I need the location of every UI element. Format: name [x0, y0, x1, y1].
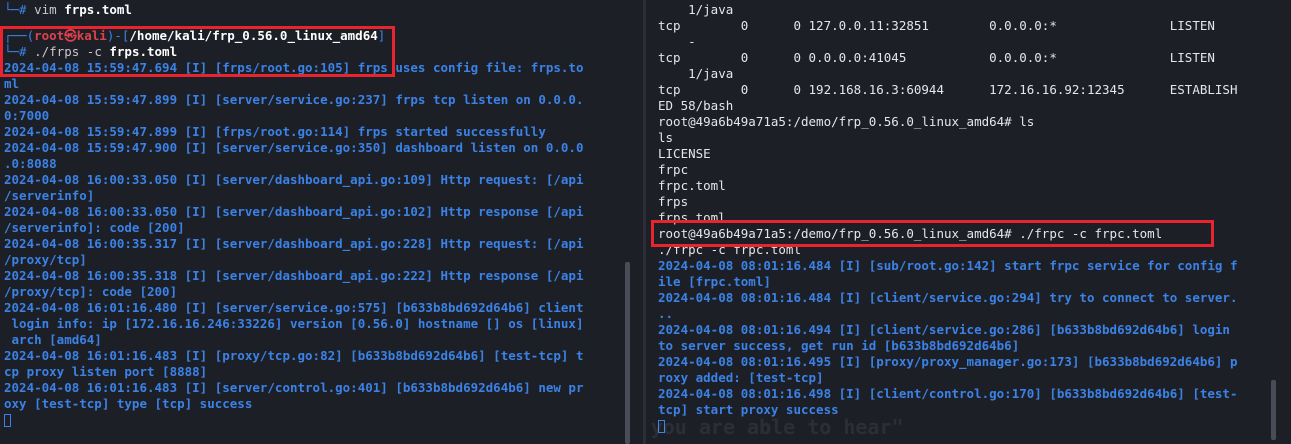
log-line: arch [amd64]	[4, 332, 102, 347]
log-line: roxy added: [test-tcp]	[658, 370, 824, 385]
prev-command-line: └─# vim frps.toml	[4, 2, 626, 18]
log-line: 2024-04-08 08:01:16.494 [I] [client/serv…	[658, 322, 1230, 337]
terminal-cursor-icon	[658, 420, 665, 433]
ls-output-line: frpc.toml	[658, 178, 726, 193]
left-terminal-pane[interactable]: └─# vim frps.toml ┌──(root㉿kali)-[/home/…	[0, 0, 643, 444]
log-line: ile [frpc.toml]	[658, 274, 771, 289]
log-line: 2024-04-08 16:00:33.050 [I] [server/dash…	[4, 172, 584, 187]
log-line: tcp] start proxy success	[658, 402, 839, 417]
log-line: 2024-04-08 08:01:16.484 [I] [sub/root.go…	[658, 258, 1238, 273]
netstat-line: tcp 0 0 127.0.0.11:32851 0.0.0.0:* LISTE…	[658, 18, 1215, 33]
frpc-echo-line: ./frpc -c frpc.toml	[658, 242, 801, 257]
ls-echo-line: ls	[658, 130, 674, 145]
log-line: /serverinfo]: code [200]	[4, 220, 185, 235]
log-line: 2024-04-08 16:01:16.480 [I] [server/serv…	[4, 300, 584, 315]
right-terminal-output: 1/java tcp 0 0 127.0.0.11:32851 0.0.0.0:*…	[658, 0, 1278, 434]
log-line: .0:8088	[4, 156, 57, 171]
frps-command-arg: frps.toml	[109, 44, 178, 59]
right-scrollbar[interactable]	[1271, 380, 1276, 440]
prev-command: vim	[34, 2, 65, 17]
frps-command-line: └─# ./frps -c frps.toml	[4, 44, 626, 60]
frps-log-output: 2024-04-08 15:59:47.694 [I] [frps/root.g…	[4, 60, 626, 412]
log-line: cp proxy listen port [8888]	[4, 364, 208, 379]
netstat-line: tcp 0 0 192.168.16.3:60944 172.16.16.92:…	[658, 82, 1238, 97]
left-scrollbar[interactable]	[625, 262, 630, 444]
netstat-line: 1/java	[658, 66, 734, 81]
netstat-line: tcp 0 0 0.0.0.0:41045 0.0.0.0:* LISTEN	[658, 50, 1215, 65]
right-cursor-line	[658, 418, 1278, 434]
prompt-close: ]	[377, 28, 386, 43]
log-line: 2024-04-08 08:01:16.495 [I] [proxy/proxy…	[658, 354, 1238, 369]
log-line: 0:7000	[4, 108, 50, 123]
netstat-line: 1/java	[658, 2, 734, 17]
prompt-prefix: └─#	[4, 2, 35, 17]
log-line: 2024-04-08 15:59:47.694 [I] [frps/root.g…	[4, 60, 584, 75]
log-line: 2024-04-08 16:00:33.050 [I] [server/dash…	[4, 204, 584, 219]
log-line: /proxy/tcp]	[4, 252, 87, 267]
log-line: ml	[4, 76, 20, 91]
frps-command: ./frps -c	[34, 44, 110, 59]
prompt-user: root㉿kali	[34, 28, 107, 43]
ls-output-line: frps.toml	[658, 210, 726, 225]
ls-command-line: root@49a6b49a71a5:/demo/frp_0.56.0_linux…	[658, 114, 1035, 129]
frpc-command-line: root@49a6b49a71a5:/demo/frp_0.56.0_linux…	[658, 226, 1163, 241]
ls-output-line: LICENSE	[658, 146, 711, 161]
log-line: oxy [test-tcp] type [tcp] success	[4, 396, 253, 411]
left-cursor-line	[4, 412, 626, 428]
log-line: 2024-04-08 16:01:16.483 [I] [proxy/tcp.g…	[4, 348, 584, 363]
prompt-open: ┌──(	[4, 28, 35, 43]
log-line: 2024-04-08 16:01:16.483 [I] [server/cont…	[4, 380, 584, 395]
terminal-cursor-icon	[4, 414, 11, 427]
frpc-log-output: 2024-04-08 08:01:16.484 [I] [sub/root.go…	[658, 258, 1278, 418]
ls-output-line: frpc	[658, 162, 689, 177]
prev-command-arg: frps.toml	[64, 2, 132, 17]
netstat-output: 1/java tcp 0 0 127.0.0.11:32851 0.0.0.0:*…	[658, 2, 1278, 114]
netstat-line: -	[658, 34, 696, 49]
log-line: to server success, get run id [b633b8bd6…	[658, 338, 1020, 353]
log-line: 2024-04-08 16:00:35.317 [I] [server/dash…	[4, 236, 584, 251]
prompt-hash: └─#	[4, 44, 35, 59]
log-line: ..	[658, 306, 674, 321]
log-line: login info: ip [172.16.16.246:33226] ver…	[4, 316, 584, 331]
log-line: /serverinfo]	[4, 188, 95, 203]
log-line: 2024-04-08 08:01:16.498 [I] [client/cont…	[658, 386, 1238, 401]
right-terminal-pane[interactable]: 1/java tcp 0 0 127.0.0.11:32851 0.0.0.0:*…	[646, 0, 1291, 444]
log-line: /proxy/tcp]: code [200]	[4, 284, 178, 299]
ls-output: LICENSE frpc frpc.toml frps frps.toml	[658, 146, 1278, 226]
ls-output-line: frps	[658, 194, 689, 209]
prompt-path: /home/kali/frp_0.56.0_linux_amd64	[129, 28, 378, 43]
log-line: 2024-04-08 16:00:35.318 [I] [server/dash…	[4, 268, 584, 283]
log-line: 2024-04-08 15:59:47.899 [I] [frps/root.g…	[4, 124, 546, 139]
log-line: 2024-04-08 08:01:16.484 [I] [client/serv…	[658, 290, 1238, 305]
log-line: 2024-04-08 15:59:47.900 [I] [server/serv…	[4, 140, 584, 155]
kali-prompt-line: ┌──(root㉿kali)-[/home/kali/frp_0.56.0_li…	[4, 28, 626, 44]
log-line: 2024-04-08 15:59:47.899 [I] [server/serv…	[4, 92, 584, 107]
netstat-line: ED 58/bash	[658, 98, 734, 113]
prompt-mid: )-[	[106, 28, 130, 43]
left-terminal-output: └─# vim frps.toml ┌──(root㉿kali)-[/home/…	[4, 0, 626, 428]
